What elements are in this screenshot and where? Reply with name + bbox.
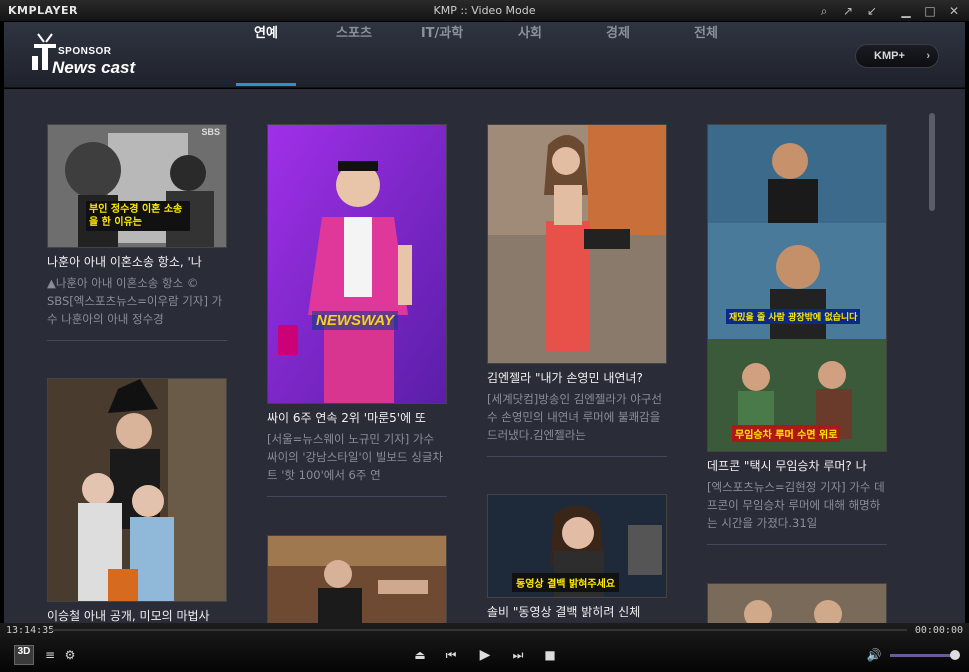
news-thumbnail[interactable] [47,378,227,602]
news-card[interactable] [707,583,887,623]
thumbnail-art [268,125,446,403]
newscast-brand: SPONSOR News cast [28,32,148,77]
thumbnail-caption: 부인 정수경 이혼 소송을 한 이유는 [86,201,190,231]
kmp-plus-label: KMP+ [874,50,905,62]
article-summary[interactable]: [서울=뉴스웨이 노규민 기자] 가수 싸이의 '강남스타일'이 빌보드 싱글차… [267,430,447,484]
settings-icon[interactable]: ⚙ [62,645,78,665]
card-divider [267,496,447,497]
article-title[interactable]: 솔비 "동영상 결백 밝히려 신체 [487,604,667,620]
news-thumbnail[interactable]: 동영상 결백 밝혀주세요 [487,494,667,598]
prev-icon[interactable]: ⏮ [443,645,459,665]
thumbnail-art [708,584,886,623]
thumbnail-caption: 동영상 결백 밝혀주세요 [512,573,619,592]
thumbnail-art [48,379,226,601]
news-thumbnail[interactable] [487,124,667,364]
thumbnail-caption: NEWSWAY [312,311,399,330]
minimize-icon[interactable]: ▁ [895,2,917,20]
chevron-right-icon: › [926,50,930,62]
news-card[interactable] [267,535,447,623]
broadcaster-badge: SBS [201,127,220,137]
tab-all[interactable]: 전체 [662,22,750,88]
article-summary[interactable]: [엑스포츠뉴스=김현정 기자] 가수 데프콘이 무임승차 루머에 대해 해명하는… [707,478,887,532]
news-thumbnail[interactable] [267,535,447,623]
article-title[interactable]: 데프콘 "택시 무임승차 루머? 나 [707,458,887,474]
volume-slider-knob[interactable] [950,650,960,660]
article-summary[interactable]: ▲나훈아 아내 이혼소송 항소 © SBS[엑스포츠뉴스=이우람 기자] 가수 … [47,274,227,328]
article-title[interactable]: 이승철 아내 공개, 미모의 마법사 [47,608,227,623]
news-card[interactable]: 이승철 아내 공개, 미모의 마법사 [47,378,227,623]
brand-name: News cast [52,58,136,77]
news-card[interactable]: SBS 부인 정수경 이혼 소송을 한 이유는 나훈아 아내 이혼소송 항소, … [47,124,227,341]
scrollbar-thumb[interactable] [929,113,935,211]
news-grid: SBS 부인 정수경 이혼 소송을 한 이유는 나훈아 아내 이혼소송 항소, … [4,89,965,623]
article-title[interactable]: 나훈아 아내 이혼소송 항소, '나 [47,254,227,270]
news-card[interactable]: 김엔젤라 "내가 손영민 내연녀? [세계닷컴]방송인 김엔젤라가 야구선수 손… [487,124,667,457]
seek-bar[interactable] [50,629,907,631]
card-divider [487,456,667,457]
thumbnail-caption: 무임승차 루머 수면 위로 [732,425,841,442]
news-thumbnail[interactable] [707,583,887,623]
title-bar: KMPLAYER KMP :: Video Mode ⌕ ↗ ↙ ▁ □ ✕ [0,0,969,22]
article-summary[interactable]: [세계닷컴]방송인 김엔젤라가 야구선수 손영민의 내연녀 루머에 불쾌감을 드… [487,390,667,444]
maximize-icon[interactable]: □ [919,2,941,20]
next-icon[interactable]: ⏭ [510,645,526,665]
volume-icon[interactable]: 🔊 [866,645,882,665]
playlist-icon[interactable]: ≡ [42,645,58,665]
article-title[interactable]: 싸이 6주 연속 2위 '마룬5'에 또 [267,410,447,426]
volume-slider[interactable] [890,654,954,657]
title-bar-controls: ⌕ ↗ ↙ ▁ □ ✕ [813,2,965,20]
brand-sponsor: SPONSOR [58,46,112,57]
shrink-icon[interactable]: ↙ [861,2,883,20]
news-card[interactable]: 재밌을 줄 사람 광장밖에 없습니다 무임승차 루머 수면 위로 데프콘 "택시… [707,124,887,545]
stop-icon[interactable]: ■ [542,645,558,665]
search-icon[interactable]: ⌕ [813,2,835,20]
tab-it-science[interactable]: IT/과학 [398,22,486,88]
kmp-plus-button[interactable]: KMP+ › [855,44,939,68]
news-card[interactable]: 동영상 결백 밝혀주세요 솔비 "동영상 결백 밝히려 신체 [487,494,667,620]
tab-entertainment[interactable]: 연예 [222,22,310,88]
article-title[interactable]: 김엔젤라 "내가 손영민 내연녀? [487,370,667,386]
thumbnail-caption: 재밌을 줄 사람 광장밖에 없습니다 [726,309,861,324]
tab-economy[interactable]: 경제 [574,22,662,88]
player-controls: 13:14:35 00:00:00 3D ≡ ⚙ ⏏ ⏮ ▶ ⏭ ■ 🔊 [0,623,969,672]
tab-society[interactable]: 사회 [486,22,574,88]
pin-icon[interactable]: ↗ [837,2,859,20]
current-time: 13:14:35 [6,625,55,636]
tab-sports[interactable]: 스포츠 [310,22,398,88]
total-time: 00:00:00 [914,625,963,636]
newscast-header: SPONSOR News cast 연예 스포츠 IT/과학 사회 경제 전체 … [4,22,965,88]
news-thumbnail[interactable]: 재밌을 줄 사람 광장밖에 없습니다 무임승차 루머 수면 위로 [707,124,887,452]
thumbnail-art [268,536,446,623]
3d-button[interactable]: 3D [14,645,34,665]
close-icon[interactable]: ✕ [943,2,965,20]
news-card[interactable]: NEWSWAY 싸이 6주 연속 2위 '마룬5'에 또 [서울=뉴스웨이 노규… [267,124,447,497]
play-icon[interactable]: ▶ [476,645,494,665]
thumbnail-art [488,125,666,363]
card-divider [47,340,227,341]
thumbnail-art [708,125,886,451]
eject-icon[interactable]: ⏏ [412,645,428,665]
category-tabs: 연예 스포츠 IT/과학 사회 경제 전체 [222,22,750,88]
card-divider [707,544,887,545]
news-thumbnail[interactable]: NEWSWAY [267,124,447,404]
news-thumbnail[interactable]: SBS 부인 정수경 이혼 소송을 한 이유는 [47,124,227,248]
